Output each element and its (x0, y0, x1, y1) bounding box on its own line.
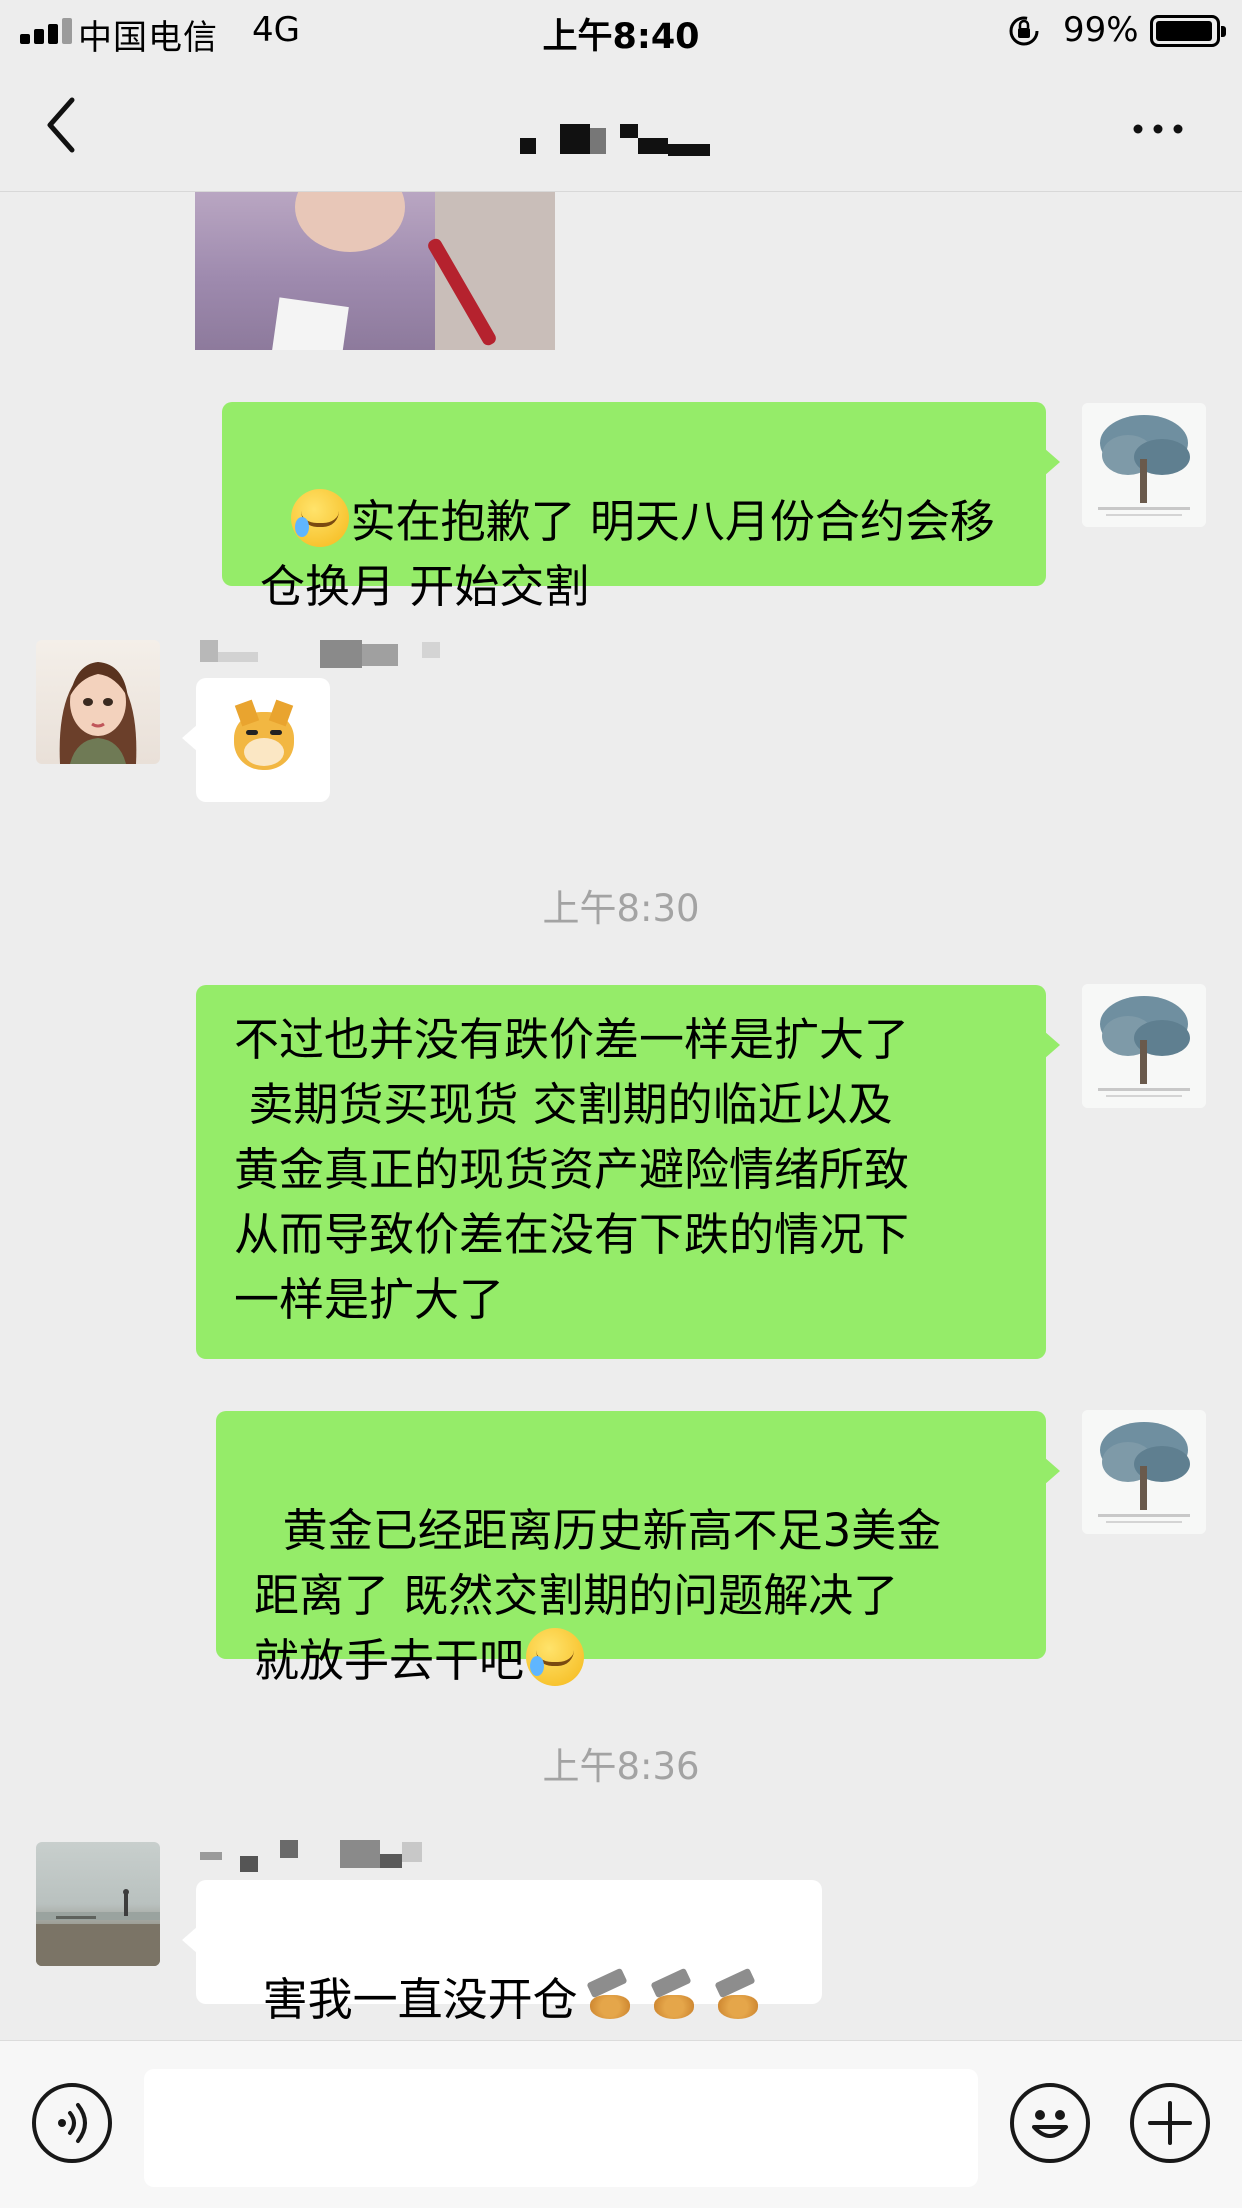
message-text: 害我一直没开仓 (262, 1973, 578, 2026)
contact-avatar[interactable] (36, 1842, 160, 1966)
chat-title-redacted (520, 120, 720, 160)
message-bubble-received[interactable]: 害我一直没开仓 (182, 1880, 822, 2026)
my-avatar[interactable] (1082, 403, 1206, 527)
my-avatar[interactable] (1082, 984, 1206, 1108)
message-text: 实在抱歉了 明天八月份合约会移仓换月 开始交割 (260, 495, 995, 613)
emoji-button[interactable] (1010, 2083, 1090, 2163)
message-bubble-sent[interactable]: 实在抱歉了 明天八月份合约会移仓换月 开始交割 (222, 402, 1060, 613)
my-avatar[interactable] (1082, 1410, 1206, 1534)
input-bar (0, 2040, 1242, 2208)
plus-icon (1148, 2101, 1192, 2145)
orientation-lock-icon (1009, 16, 1039, 46)
plus-button[interactable] (1130, 2083, 1210, 2163)
sender-name-redacted (200, 1840, 450, 1872)
doge-sticker[interactable] (182, 678, 330, 802)
voice-button[interactable] (32, 2083, 112, 2163)
sender-name-redacted (200, 640, 450, 668)
image-message[interactable] (195, 192, 555, 350)
timestamp: 上午8:36 (542, 1745, 700, 1788)
crying-laughing-emoji-icon (290, 489, 349, 547)
battery-icon (1150, 15, 1226, 47)
contact-avatar[interactable] (36, 640, 160, 764)
voice-icon (58, 2103, 87, 2143)
crying-laughing-emoji-icon (526, 1628, 585, 1686)
message-input[interactable] (144, 2069, 978, 2187)
hammer-emoji-icon (646, 1971, 702, 2023)
message-bubble-sent[interactable]: 不过也并没有跌价差一样是扩大了 卖期货买现货 交割期的临近以及 黄金真正的现货资… (196, 985, 1060, 1359)
more-dots-icon[interactable] (1128, 114, 1188, 144)
chevron-left-icon[interactable] (38, 90, 88, 160)
status-time: 上午8:40 (542, 17, 700, 57)
message-text: 黄金已经距离历史新高不足3美金 距离了 既然交割期的问题解决了 就放手去干吧 (254, 1504, 942, 1687)
timestamp: 上午8:30 (542, 887, 700, 930)
chat-header (0, 62, 1242, 192)
battery-percent: 99% (1063, 10, 1139, 50)
hammer-emoji-icon (582, 1971, 638, 2023)
message-bubble-sent[interactable]: 黄金已经距离历史新高不足3美金 距离了 既然交割期的问题解决了 就放手去干吧 (216, 1411, 1060, 1687)
hammer-emoji-icon (710, 1971, 766, 2023)
status-bar: 中国电信 4G 上午8:40 99% (0, 0, 1242, 62)
emoji-icon (1032, 2110, 1068, 2138)
